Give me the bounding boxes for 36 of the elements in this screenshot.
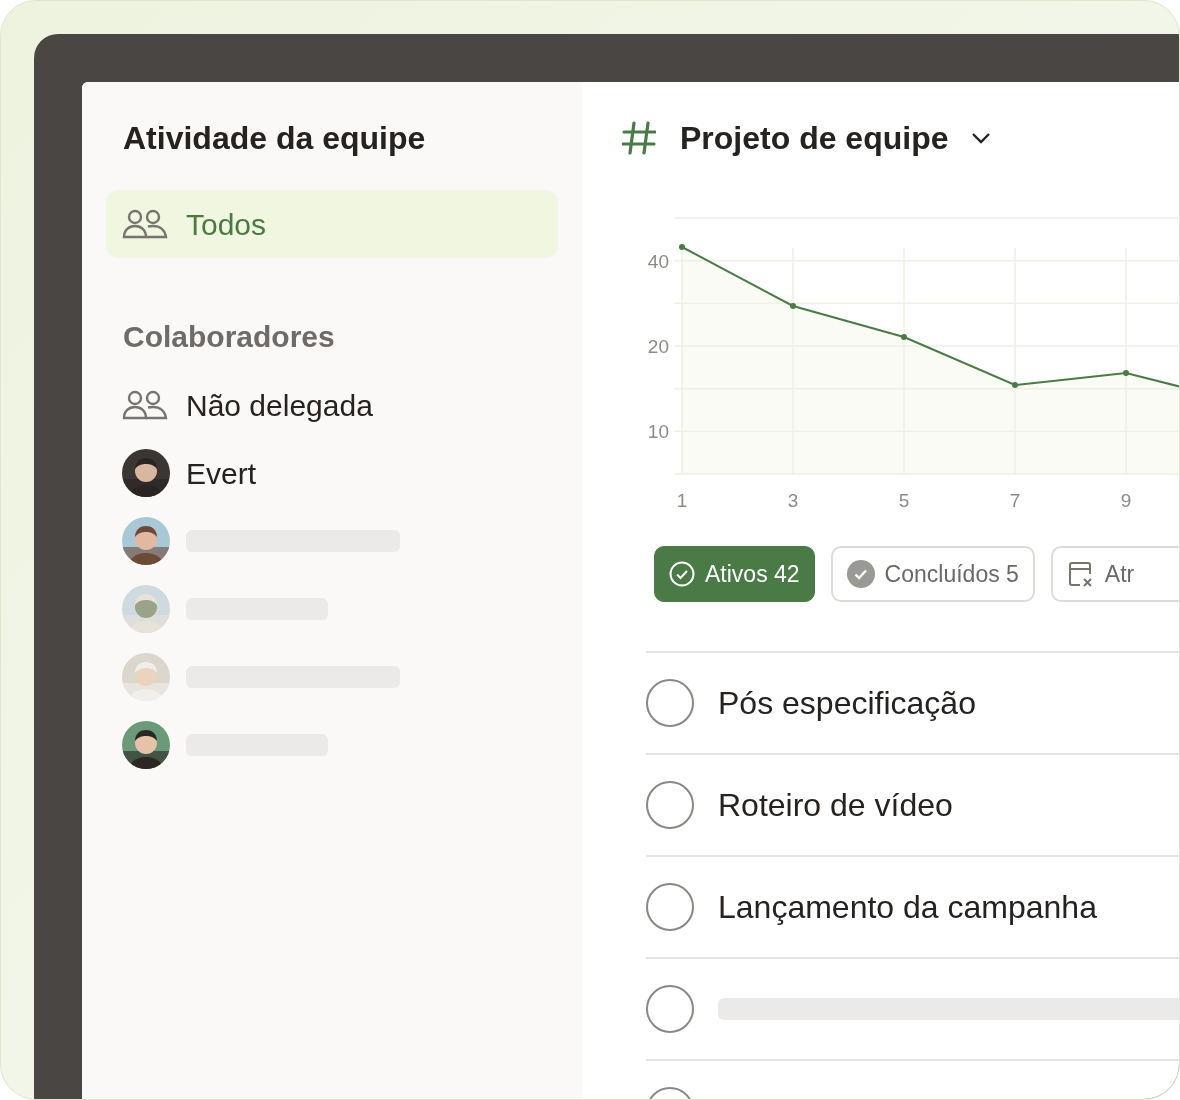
task-checkbox[interactable] bbox=[646, 679, 694, 727]
data-point bbox=[901, 334, 907, 340]
calendar-x-icon bbox=[1066, 560, 1095, 588]
data-point bbox=[1123, 370, 1129, 376]
collaborator-name[interactable]: Evert bbox=[186, 450, 257, 496]
chevron-down-icon[interactable] bbox=[970, 131, 993, 145]
axis-label: 20 bbox=[647, 336, 669, 357]
axis-label: 7 bbox=[1009, 490, 1021, 511]
data-point bbox=[679, 244, 685, 250]
people-icon bbox=[122, 208, 170, 240]
data-point bbox=[1012, 382, 1018, 388]
task-title[interactable]: Pós especificação bbox=[718, 679, 976, 727]
hash-icon bbox=[622, 121, 656, 155]
task-checkbox[interactable] bbox=[646, 985, 694, 1033]
axis-label: 5 bbox=[898, 490, 910, 511]
axis-label: 3 bbox=[787, 490, 799, 511]
task-title[interactable]: Lançamento da campanha bbox=[718, 883, 1097, 931]
task-title[interactable]: Roteiro de vídeo bbox=[718, 781, 953, 829]
filter-tab[interactable]: Concluídos 5 bbox=[830, 546, 1035, 602]
filter-tab[interactable]: Ativos 42 bbox=[654, 546, 815, 602]
section-heading: Colaboradores bbox=[122, 319, 336, 355]
data-point bbox=[790, 303, 796, 309]
axis-label: 10 bbox=[647, 421, 669, 443]
filter-tab[interactable]: Atr bbox=[1050, 546, 1179, 602]
people-icon bbox=[122, 389, 170, 421]
task-checkbox[interactable] bbox=[646, 781, 694, 829]
check-circle-icon bbox=[669, 561, 695, 587]
task-checkbox[interactable] bbox=[646, 883, 694, 931]
axis-label: 9 bbox=[1120, 490, 1132, 511]
collaborator-name[interactable]: Não delegada bbox=[186, 382, 373, 428]
nav-item[interactable]: Todos bbox=[106, 190, 558, 258]
check-circle-icon bbox=[846, 560, 875, 588]
project-title[interactable]: Projeto de equipe bbox=[680, 114, 949, 162]
axis-label: 1 bbox=[676, 490, 688, 511]
axis-label: 40 bbox=[647, 250, 669, 272]
sidebar-title: Atividade da equipe bbox=[122, 119, 427, 158]
